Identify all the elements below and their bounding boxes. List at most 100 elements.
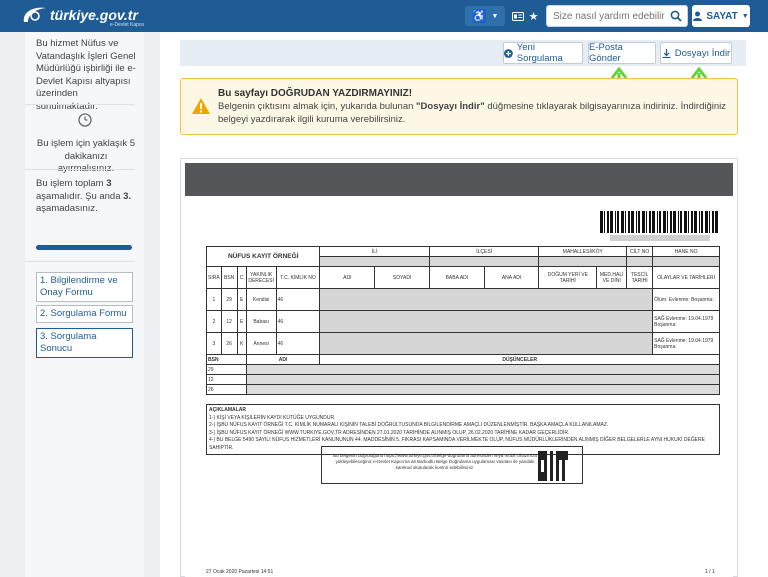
col-header: ADI <box>319 266 376 289</box>
step-item-info-approval[interactable]: 1. Bilgilendirme ve Onay Formu <box>36 272 133 302</box>
download-file-button[interactable]: Dosyayı İndir <box>660 42 732 64</box>
email-send-button[interactable]: E-Posta Gönder <box>588 42 656 64</box>
barcode-bar <box>621 211 624 233</box>
step-summary: Bu işlem toplam 3 aşamalıdır. Şu anda 3.… <box>36 178 140 216</box>
plus-circle-icon <box>504 48 513 58</box>
col-header: BABA ADI <box>428 266 485 289</box>
qr-module <box>559 451 562 454</box>
row-cell: 3 <box>206 332 222 355</box>
qr-module <box>544 466 547 469</box>
logo-subtitle: e-Devlet Kapısı <box>110 22 145 28</box>
barcode-bar <box>680 211 682 233</box>
qr-module <box>538 478 541 481</box>
table-row: 12 <box>206 374 721 385</box>
qr-module <box>565 457 568 460</box>
barcode-image <box>600 211 718 233</box>
step-item-query-form[interactable]: 2. Sorgulama Formu <box>36 305 133 323</box>
redacted-cell <box>245 374 721 385</box>
new-query-button[interactable]: Yeni Sorgulama <box>503 42 583 64</box>
divider <box>25 261 135 262</box>
explanation-item: 1-) KİŞİ VEYA KİŞİLERİN KAYDI KÜTÜĞE UYG… <box>209 414 336 421</box>
clock-icon <box>78 113 92 127</box>
qr-module <box>556 469 559 472</box>
site-logo[interactable]: türkiye.gov.tr e-Devlet Kapısı <box>20 4 170 28</box>
qr-module <box>538 454 541 457</box>
barcode-bar <box>604 211 605 233</box>
logo-text: türkiye.gov.tr <box>50 7 138 23</box>
barcode-bar <box>712 211 714 233</box>
qr-module <box>550 451 553 454</box>
qr-module <box>544 457 547 460</box>
redacted-cell <box>652 256 720 267</box>
tools-button[interactable]: ★ <box>508 6 542 26</box>
qr-module <box>556 451 559 454</box>
explanation-item: 2-) İŞBU NÜFUS KAYIT ÖRNEĞİ T.C. KİMLİK … <box>209 422 609 428</box>
qr-module <box>538 460 541 463</box>
star-icon[interactable]: ★ <box>529 10 539 23</box>
explanation-item: 3-) İŞBU NÜFUS KAYIT ÖRNEĞİ WWW.TURKIYE.… <box>209 429 570 436</box>
qr-module <box>550 466 553 469</box>
footer-date: 27 Ocak 2020 Pazartesi 14:51 <box>206 569 274 575</box>
redacted-cell <box>319 310 654 333</box>
barcode-bar <box>709 211 710 233</box>
barcode-bar <box>657 211 658 233</box>
document-viewer[interactable]: NÜFUS KAYIT ÖRNEĞİ İLİ İLÇESİ MAHALLESİ/… <box>180 158 738 577</box>
label-volume: CİLT NO <box>626 246 654 257</box>
barcode-bar <box>688 211 689 233</box>
barcode-bar <box>678 211 679 233</box>
divider <box>25 169 135 170</box>
col-header: YAKINLIK DERECESİ <box>245 266 277 289</box>
qr-module <box>556 457 559 460</box>
barcode-bar <box>684 211 687 233</box>
col-header: SIRA <box>206 266 222 289</box>
col-header: SOYADI <box>374 266 430 289</box>
row-cell: Annesi <box>245 332 277 355</box>
barcode-bar <box>631 211 634 233</box>
qr-module <box>541 472 544 475</box>
barcode-bar <box>649 211 651 233</box>
label-neighborhood: MAHALLESİ/KÖY <box>538 246 628 257</box>
qr-module <box>556 475 559 478</box>
row-cell: 12 <box>220 310 238 333</box>
qr-module <box>550 475 553 478</box>
col-header: T.C. KİMLİK NO <box>275 266 321 289</box>
row-cell: SAĞ Evlenme: 19.04.1979 Boşanma: <box>652 332 720 355</box>
step-summary-suffix: aşamadasınız. <box>36 203 98 214</box>
qr-module <box>541 451 544 454</box>
step-total: 3 <box>106 178 112 189</box>
qr-module <box>544 475 547 478</box>
accessibility-button[interactable]: ♿ ▼ <box>465 6 505 26</box>
redacted-cell <box>245 364 721 375</box>
row-cell: 46 <box>275 288 321 311</box>
user-menu-button[interactable]: SAYAT ▼ <box>692 5 750 27</box>
qr-module <box>562 451 565 454</box>
search-icon[interactable] <box>670 10 682 22</box>
barcode-bar <box>625 211 626 233</box>
row-cell: 46 <box>275 310 321 333</box>
barcode-bar <box>652 211 655 233</box>
barcode-bar <box>642 211 645 233</box>
qr-module <box>538 457 541 460</box>
email-send-label: E-Posta Gönder <box>589 42 623 64</box>
step-summary-prefix: Bu işlem toplam <box>36 178 104 189</box>
qr-module <box>550 469 553 472</box>
step-summary-mid: aşamalıdır. Şu anda <box>36 190 121 202</box>
step-item-query-result[interactable]: 3. Sorgulama Sonucu <box>36 328 133 358</box>
redacted-cell <box>245 384 721 395</box>
barcode-bar <box>600 211 603 233</box>
table-row: 26 <box>206 384 721 395</box>
qr-module <box>550 472 553 475</box>
col-header: C <box>236 266 247 289</box>
redacted-cell <box>538 256 628 267</box>
notes-bsn: 12 <box>206 374 247 385</box>
sidebar: Bu hizmet Nüfus ve Vatandaşlık İşleri Ge… <box>25 32 144 577</box>
qr-module <box>562 466 565 469</box>
search-input[interactable] <box>547 6 665 27</box>
qr-module <box>541 457 544 460</box>
warning-text: Belgenin çıktısını almak için, yukarıda … <box>218 100 733 126</box>
new-query-label: Yeni Sorgulama <box>516 42 563 64</box>
row-cell: E <box>236 288 247 311</box>
qr-module <box>562 463 565 466</box>
accessibility-icon: ♿ <box>471 9 487 23</box>
barcode-bar <box>638 211 640 233</box>
